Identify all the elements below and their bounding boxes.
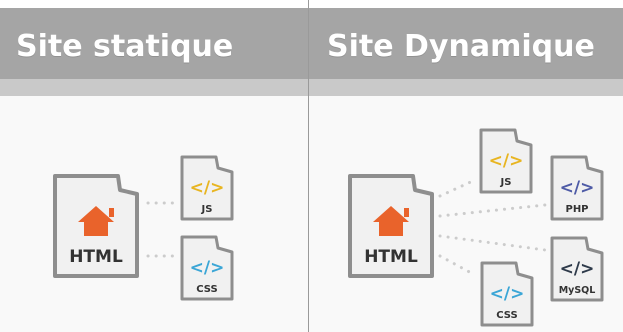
- static-css-file: </> CSS: [180, 235, 234, 301]
- dynamic-php-file: </> PHP: [550, 155, 604, 221]
- dynamic-css-file: </> CSS: [480, 261, 534, 327]
- connector-html-js: [438, 178, 477, 198]
- dynamic-connectors: [438, 178, 547, 277]
- php-code-icon: </>: [560, 178, 595, 198]
- dynamic-php-label: PHP: [565, 204, 588, 215]
- connector-html-php: [438, 203, 547, 218]
- static-js-file: </> JS: [180, 155, 234, 221]
- connector-html-mysql: [438, 234, 547, 252]
- static-js-label: JS: [201, 204, 213, 215]
- static-html-file: HTML: [53, 174, 139, 278]
- dynamic-html-file: HTML: [348, 174, 434, 278]
- dynamic-html-label: HTML: [364, 247, 418, 267]
- dynamic-js-label: JS: [500, 177, 512, 188]
- dynamic-css-label: CSS: [496, 310, 517, 321]
- dynamic-mysql-label: MySQL: [559, 285, 596, 296]
- static-css-label: CSS: [196, 284, 217, 295]
- static-site-panel: Site statique HTML </> JS </> CSS: [0, 0, 308, 332]
- connector-html-css: [438, 254, 477, 277]
- dynamic-site-diagram: HTML </> JS </> PHP </> MySQL </> CSS: [348, 128, 604, 327]
- static-site-diagram: HTML </> JS </> CSS: [53, 155, 234, 301]
- css-code-icon: </>: [490, 284, 525, 304]
- css-code-icon: </>: [190, 258, 225, 278]
- static-connectors: [146, 201, 176, 258]
- dynamic-js-file: </> JS: [479, 128, 533, 194]
- dynamic-site-panel: Site Dynamique HTML </> JS </> PHP </> M…: [309, 0, 623, 332]
- mysql-code-icon: </>: [560, 259, 595, 279]
- js-code-icon: </>: [489, 151, 524, 171]
- js-code-icon: </>: [190, 178, 225, 198]
- dynamic-mysql-file: </> MySQL: [550, 236, 604, 302]
- static-html-label: HTML: [69, 247, 123, 267]
